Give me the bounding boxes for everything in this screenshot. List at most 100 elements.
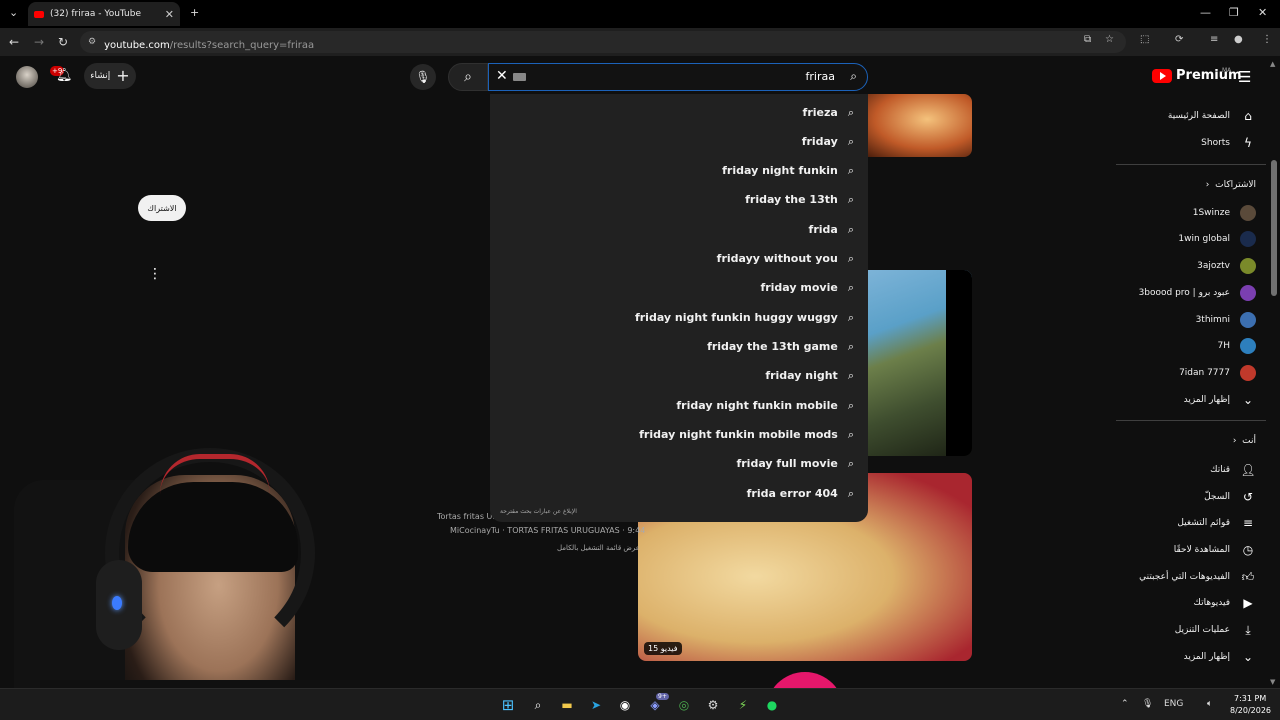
address-bar: ← → ↻ ⚙ youtube.com/results?search_query… <box>0 28 1280 56</box>
search-icon[interactable]: ⌕ <box>528 695 548 715</box>
extensions-icon[interactable]: ⬚ <box>1140 34 1149 45</box>
menu-icon[interactable]: ☰ <box>1238 68 1251 86</box>
telegram-icon[interactable]: ➤ <box>586 695 606 715</box>
clock-time[interactable]: 7:31 PM <box>1234 694 1266 703</box>
suggestion-item[interactable]: frida ⌕ <box>490 215 868 244</box>
search-button[interactable]: ⌕ <box>448 63 488 91</box>
minimize-icon[interactable]: — <box>1200 6 1211 19</box>
sidebar-item-home[interactable]: الصفحة الرئيسية ⌂ <box>1168 104 1256 128</box>
subscriptions-header[interactable]: › الاشتراكات <box>1206 180 1256 190</box>
playlists-icon: ≡ <box>1242 516 1254 530</box>
back-icon[interactable]: ← <box>9 35 19 49</box>
omnibox[interactable]: ⚙ youtube.com/results?search_query=frira… <box>80 31 1126 53</box>
volume-icon[interactable]: 🔈︎ <box>1207 699 1212 709</box>
suggestion-item[interactable]: friday the 13th ⌕ <box>490 185 868 214</box>
sidebar-item-shorts[interactable]: Shorts ϟ <box>1201 131 1256 155</box>
suggestion-item[interactable]: friday night ⌕ <box>490 361 868 390</box>
sidebar-scrollbar[interactable] <box>1271 160 1277 296</box>
video-channel-meta[interactable]: MiCocinayTu · TORTAS FRITAS URUGUAYAS · … <box>450 526 645 535</box>
tab-close-icon[interactable]: ✕ <box>165 8 180 21</box>
video-thumbnail[interactable] <box>860 270 972 456</box>
sidebar-item-channel[interactable]: 3ajoztv <box>1197 254 1256 278</box>
sidebar-item-downloads[interactable]: عمليات التنزيل ⤓ <box>1175 618 1256 642</box>
show-more-you[interactable]: إظهار المزيد ⌄ <box>1184 645 1256 669</box>
sidebar-item-channel[interactable]: 1win global <box>1178 227 1256 251</box>
show-more-subscriptions[interactable]: إظهار المزيد ⌄ <box>1184 388 1256 412</box>
sidebar-item-your-videos[interactable]: فيديوهاتك ▶ <box>1194 591 1256 615</box>
sidebar-item-channel[interactable]: 1Swinze <box>1193 201 1256 225</box>
suggestion-item[interactable]: friday the 13th game ⌕ <box>490 332 868 361</box>
suggestion-item[interactable]: friday night funkin ⌕ <box>490 156 868 185</box>
youtube-favicon-icon <box>34 10 44 18</box>
browser-menu-icon[interactable]: ⋮ <box>1262 34 1272 45</box>
profile-icon[interactable]: ● <box>1234 34 1243 45</box>
windows-start-icon[interactable]: ⊞ <box>498 695 518 715</box>
sidebar-item-history[interactable]: السجلّ ↺ <box>1204 485 1256 509</box>
logo-text: Premium <box>1176 68 1242 83</box>
suggestion-item[interactable]: friday full movie ⌕ <box>490 449 868 478</box>
suggestion-item[interactable]: friday night funkin mobile ⌕ <box>490 391 868 420</box>
language-indicator[interactable]: ENG <box>1164 699 1183 709</box>
search-icon: ⌕ <box>847 280 854 294</box>
sidebar-item-channel[interactable]: 3thimni <box>1196 308 1256 332</box>
media-controls-icon[interactable]: ≡ <box>1210 34 1218 45</box>
voice-search-button[interactable]: 🎙︎ <box>410 64 436 90</box>
view-full-playlist-link[interactable]: عرض قائمة التشغيل بالكامل <box>557 544 640 552</box>
clock-date[interactable]: 8/20/2026 <box>1230 706 1271 715</box>
suggestion-item[interactable]: fridayy without you ⌕ <box>490 244 868 273</box>
site-info-icon[interactable]: ⚙ <box>88 37 96 47</box>
reload-icon[interactable]: ↻ <box>58 35 68 49</box>
keyboard-icon[interactable] <box>513 73 526 81</box>
you-header[interactable]: › أنت <box>1233 436 1256 446</box>
video-thumbnail[interactable] <box>860 94 972 157</box>
forward-icon[interactable]: → <box>34 35 44 49</box>
sidebar-item-liked-videos[interactable]: الفيديوهات التي أعجبتني 👍︎ <box>1139 565 1256 589</box>
search-input[interactable]: ✕ friraa ⌕ <box>488 63 868 91</box>
bell-icon[interactable]: 🔔︎ <box>56 68 73 83</box>
sidebar-item-channel[interactable]: 3boood pro | عبود برو <box>1139 281 1256 305</box>
suggestion-item[interactable]: friday ⌕ <box>490 127 868 156</box>
search-icon: ⌕ <box>847 192 854 206</box>
restore-icon[interactable]: ❐ <box>1229 6 1239 19</box>
new-tab-button[interactable]: + <box>190 6 199 19</box>
windows-taskbar: ⊞ ⌕ ▬ ➤ ◉ ◈ 9+ ◎ ⚙ ⚡ ● ⌃ 🎙︎ ENG 🔈︎ 7:31 … <box>0 688 1280 720</box>
sync-icon[interactable]: ⟳ <box>1175 34 1183 45</box>
suggestion-item[interactable]: friday movie ⌕ <box>490 273 868 302</box>
report-suggestions-link[interactable]: الإبلاغ عن عبارات بحث مقترحة <box>500 508 577 515</box>
tab-search-icon[interactable]: ⌄ <box>9 6 18 19</box>
spotify-icon[interactable]: ● <box>762 695 782 715</box>
suggestion-item[interactable]: friday night funkin mobile mods ⌕ <box>490 420 868 449</box>
search-icon: ⌕ <box>847 368 854 382</box>
video-title[interactable]: Tortas fritas Ur <box>437 512 496 521</box>
app-icon[interactable]: ⚡ <box>733 695 753 715</box>
scroll-down-icon[interactable]: ▼ <box>1270 678 1275 686</box>
sidebar-item-your-channel[interactable]: قناتك 👤︎ <box>1210 458 1256 482</box>
sidebar-item-channel[interactable]: 7idan 7777 <box>1179 361 1256 385</box>
suggestion-item[interactable]: friday night funkin huggy wuggy ⌕ <box>490 303 868 332</box>
browser-tab[interactable]: (32) friraa - YouTube ✕ <box>28 2 180 26</box>
more-options-icon[interactable]: ⋮ <box>148 266 162 282</box>
chrome-icon[interactable]: ◎ <box>674 695 694 715</box>
plus-icon: + <box>116 66 130 85</box>
app-icon[interactable]: ⚙ <box>703 695 723 715</box>
microphone-icon[interactable]: 🎙︎ <box>1142 699 1153 709</box>
search-icon: ⌕ <box>847 251 854 265</box>
sidebar-item-watch-later[interactable]: المشاهدة لاحقًا ◷ <box>1174 538 1256 562</box>
sidebar-item-playlists[interactable]: قوائم التشغيل ≡ <box>1177 511 1256 535</box>
clear-search-icon[interactable]: ✕ <box>496 68 508 84</box>
tray-overflow-icon[interactable]: ⌃ <box>1121 699 1129 709</box>
subscribe-button[interactable]: الاشتراك <box>138 195 186 221</box>
home-icon: ⌂ <box>1244 109 1252 123</box>
account-avatar[interactable] <box>16 66 38 88</box>
suggestion-item[interactable]: frida error 404 ⌕ <box>490 479 868 508</box>
obs-icon[interactable]: ◉ <box>615 695 635 715</box>
sidebar-item-channel[interactable]: 7H <box>1218 334 1256 358</box>
install-app-icon[interactable]: ⧉ <box>1084 34 1091 45</box>
file-explorer-icon[interactable]: ▬ <box>557 695 577 715</box>
bookmark-star-icon[interactable]: ☆ <box>1105 34 1114 45</box>
create-button[interactable]: إنشاء + <box>84 63 136 89</box>
scroll-up-icon[interactable]: ▲ <box>1270 60 1275 68</box>
window-close-icon[interactable]: ✕ <box>1258 6 1267 19</box>
suggestion-item[interactable]: frieza ⌕ <box>490 98 868 127</box>
channel-avatar <box>1240 365 1256 381</box>
